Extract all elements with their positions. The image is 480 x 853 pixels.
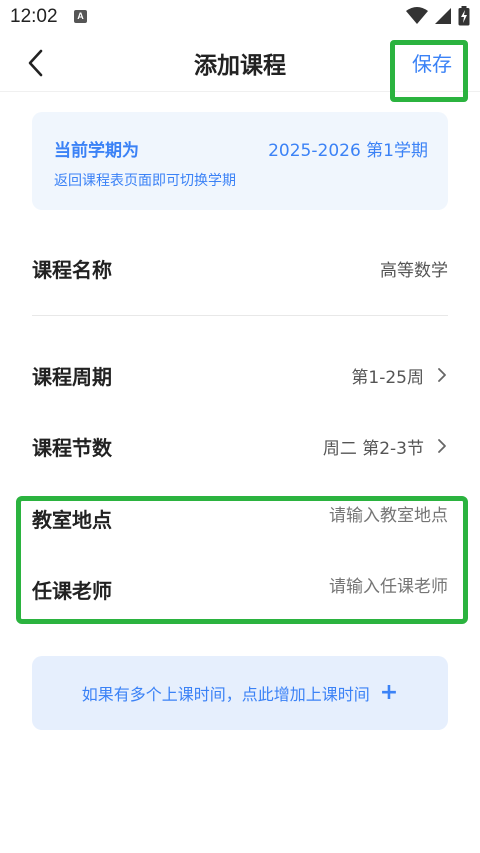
semester-info-card: 当前学期为 2025-2026 第1学期 返回课程表页面即可切换学期 bbox=[32, 112, 448, 210]
course-name-label: 课程名称 bbox=[32, 258, 112, 282]
plus-icon: + bbox=[379, 680, 399, 705]
course-weeks-row[interactable]: 课程周期 第1-25周 bbox=[32, 355, 448, 395]
chevron-right-icon bbox=[438, 439, 446, 453]
form-divider bbox=[32, 315, 448, 316]
input-fields-highlight bbox=[16, 496, 468, 624]
chevron-right-icon bbox=[438, 368, 446, 382]
semester-label: 当前学期为 bbox=[54, 141, 139, 161]
signal-icon bbox=[435, 8, 451, 24]
save-button-highlight bbox=[390, 40, 468, 102]
add-class-time-button[interactable]: 如果有多个上课时间，点此增加上课时间 + bbox=[32, 656, 448, 730]
status-time: 12:02 bbox=[10, 6, 58, 27]
course-sessions-value: 周二 第2-3节 bbox=[322, 439, 424, 459]
status-icons bbox=[406, 6, 470, 26]
status-bar: 12:02 A bbox=[0, 0, 480, 34]
course-weeks-label: 课程周期 bbox=[32, 365, 112, 389]
course-sessions-label: 课程节数 bbox=[32, 436, 112, 460]
battery-charging-icon bbox=[458, 6, 470, 26]
wifi-icon bbox=[406, 7, 428, 24]
add-class-time-label: 如果有多个上课时间，点此增加上课时间 bbox=[81, 685, 370, 704]
course-weeks-value: 第1-25周 bbox=[351, 368, 424, 388]
course-name-row[interactable]: 课程名称 高等数学 bbox=[32, 248, 448, 288]
semester-hint: 返回课程表页面即可切换学期 bbox=[54, 173, 236, 189]
app-notification-icon: A bbox=[74, 10, 87, 23]
course-name-value[interactable]: 高等数学 bbox=[380, 256, 448, 281]
semester-value: 2025-2026 第1学期 bbox=[268, 141, 428, 161]
course-sessions-row[interactable]: 课程节数 周二 第2-3节 bbox=[32, 426, 448, 466]
